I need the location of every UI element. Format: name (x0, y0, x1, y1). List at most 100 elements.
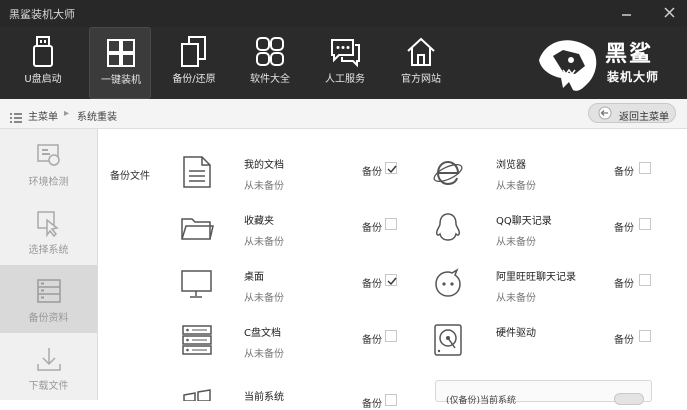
backup-toggle[interactable] (614, 393, 644, 405)
system-backup-option-panel: (仅备份)当前系统 (435, 380, 652, 406)
top-nav: U盘启动 一键装机 备份/还原 软件大全 人工服务 官方网站 黑鲨 装机大师 (0, 27, 687, 99)
hard-disk-icon (434, 324, 462, 356)
backup-label: 备份 (614, 167, 634, 178)
apps-grid-icon (256, 37, 284, 66)
server-drive-icon (182, 325, 212, 355)
close-icon[interactable] (661, 4, 679, 20)
backup-label: 备份 (362, 279, 382, 290)
menu-list-icon[interactable] (10, 108, 22, 127)
item-status: 从未备份 (244, 293, 284, 304)
item-status: 从未备份 (496, 181, 536, 192)
section-label: 备份文件 (110, 171, 150, 182)
back-arrow-icon (598, 106, 612, 120)
backup-label: 备份 (362, 335, 382, 346)
step-label: 下载文件 (28, 381, 69, 392)
nav-label: 人工服务 (325, 74, 365, 85)
nav-usb-boot[interactable]: U盘启动 (12, 27, 74, 99)
logo-line2: 装机大师 (607, 70, 660, 84)
backup-checkbox[interactable] (385, 394, 397, 406)
step-label: 选择系统 (28, 245, 69, 256)
step-download-files[interactable]: 下载文件 (0, 333, 97, 401)
backup-item-browser: 浏览器 从未备份 备份 (432, 155, 662, 192)
backup-item-qq-chat: QQ聊天记录 从未备份 备份 (432, 211, 662, 248)
backup-data-icon (37, 279, 61, 303)
download-icon (37, 348, 61, 371)
usb-drive-icon (33, 36, 53, 67)
backup-checkbox[interactable] (385, 162, 397, 174)
breadcrumb-main-menu[interactable]: 主菜单 (28, 108, 58, 123)
step-select-system[interactable]: 选择系统 (0, 197, 97, 265)
minimize-icon[interactable] (618, 4, 636, 20)
nav-label: 备份/还原 (172, 74, 216, 85)
item-status: 从未备份 (244, 349, 284, 360)
backup-item-my-documents: 我的文档 从未备份 备份 (180, 155, 400, 192)
item-status: 从未备份 (496, 293, 536, 304)
nav-label: 软件大全 (250, 74, 290, 85)
env-check-icon (37, 144, 60, 166)
backup-item-current-system: 当前系统 备份 (180, 387, 400, 410)
copy-restore-icon (181, 36, 206, 67)
item-name: 桌面 (244, 272, 264, 283)
backup-checkbox[interactable] (385, 274, 397, 286)
backup-checkbox[interactable] (639, 274, 651, 286)
aliwangwang-icon (435, 268, 461, 297)
item-name: 硬件驱动 (496, 328, 536, 339)
nav-label: 一键装机 (101, 75, 141, 86)
item-name: QQ聊天记录 (496, 216, 552, 227)
nav-label: 官方网站 (401, 74, 441, 85)
item-status: 从未备份 (496, 237, 536, 248)
nav-label: U盘启动 (24, 74, 62, 85)
backup-label: 备份 (614, 223, 634, 234)
breadcrumb-separator-icon: ▸ (64, 108, 70, 119)
backup-checkbox[interactable] (639, 330, 651, 342)
nav-backup-restore[interactable]: 备份/还原 (163, 27, 225, 99)
breadcrumb: 主菜单 ▸ 系统重装 返回主菜单 (0, 99, 687, 129)
back-button-label: 返回主菜单 (619, 112, 669, 123)
backup-item-desktop: 桌面 从未备份 备份 (180, 267, 400, 304)
backup-panel: 备份文件 我的文档 从未备份 备份 浏览器 从未备份 备份 收藏夹 从未备份 备… (98, 129, 687, 410)
document-icon (183, 156, 211, 188)
step-label: 备份资料 (28, 313, 69, 324)
item-name: 阿里旺旺聊天记录 (496, 272, 576, 283)
backup-label: 备份 (362, 167, 382, 178)
backup-checkbox[interactable] (385, 330, 397, 342)
backup-item-hardware-drivers: 硬件驱动 备份 (432, 323, 662, 359)
nav-manual-service[interactable]: 人工服务 (314, 27, 376, 99)
monitor-icon (181, 270, 212, 298)
item-status: 从未备份 (244, 237, 284, 248)
backup-label: 备份 (362, 399, 382, 410)
backup-label: 备份 (614, 335, 634, 346)
window-title: 黑鲨装机大师 (9, 8, 75, 21)
home-icon (407, 37, 435, 66)
windows-logo-icon (183, 389, 211, 401)
item-name: 收藏夹 (244, 216, 274, 227)
breadcrumb-current: 系统重装 (77, 112, 117, 123)
backup-item-aliwangwang: 阿里旺旺聊天记录 从未备份 备份 (432, 267, 662, 304)
item-name: 当前系统 (244, 392, 284, 403)
title-bar: 黑鲨装机大师 (0, 0, 687, 27)
item-name: C盘文档 (244, 328, 281, 339)
backup-checkbox[interactable] (385, 218, 397, 230)
nav-software[interactable]: 软件大全 (239, 27, 301, 99)
item-status: 从未备份 (244, 181, 284, 192)
backup-item-favorites: 收藏夹 从未备份 备份 (180, 211, 400, 248)
folder-icon (181, 218, 214, 240)
chat-bubbles-icon (331, 39, 360, 68)
nav-one-click-install[interactable]: 一键装机 (89, 27, 151, 99)
step-sidebar: 环境检测 选择系统 备份资料 下载文件 (0, 129, 98, 400)
backup-checkbox[interactable] (639, 162, 651, 174)
cursor-select-icon (37, 211, 59, 237)
backup-label: 备份 (614, 279, 634, 290)
back-to-main-button[interactable]: 返回主菜单 (588, 103, 676, 123)
item-name: 浏览器 (496, 160, 526, 171)
windows-logo-icon (107, 39, 135, 67)
item-name: 我的文档 (244, 160, 284, 171)
brand-logo: 黑鲨 装机大师 (533, 30, 683, 96)
backup-checkbox[interactable] (639, 218, 651, 230)
step-env-check[interactable]: 环境检测 (0, 129, 97, 197)
logo-line1: 黑鲨 (605, 42, 654, 67)
step-backup-data[interactable]: 备份资料 (0, 265, 97, 333)
step-label: 环境检测 (28, 177, 69, 188)
nav-official-site[interactable]: 官方网站 (390, 27, 452, 99)
qq-penguin-icon (436, 213, 460, 241)
